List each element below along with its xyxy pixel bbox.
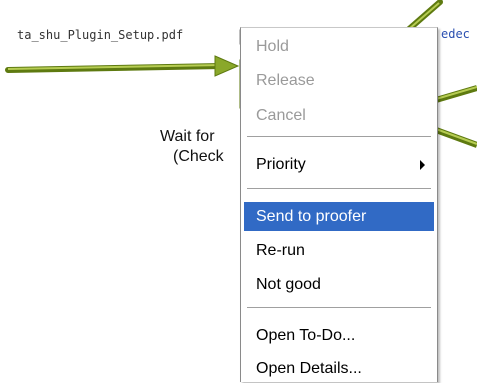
menu-item-cancel[interactable]: Cancel (244, 101, 434, 130)
menu-item-release[interactable]: Release (244, 66, 434, 95)
menu-item-not-good[interactable]: Not good (244, 270, 434, 299)
menu-separator (247, 188, 431, 190)
menu-separator (247, 307, 431, 309)
context-menu: Hold Release Cancel Priority Send to pro… (240, 27, 438, 382)
node-title-line-1: Wait for (160, 128, 215, 145)
menu-item-hold[interactable]: Hold (244, 32, 434, 61)
menu-item-priority-label: Priority (256, 156, 306, 173)
menu-item-open-to-do[interactable]: Open To-Do... (244, 321, 434, 350)
menu-separator (247, 136, 431, 138)
node-title: Wait for (Check (160, 127, 224, 167)
connector-label: edec (441, 27, 470, 41)
submenu-arrow-icon (420, 160, 425, 170)
file-name-label: ta_shu_Plugin_Setup.pdf (17, 28, 184, 42)
top-connector-highlight (408, 2, 440, 30)
menu-item-send-to-proofer[interactable]: Send to proofer (244, 202, 434, 231)
menu-item-priority[interactable]: Priority (244, 150, 434, 179)
lower-connector-highlight (435, 128, 477, 145)
menu-item-re-run[interactable]: Re-run (244, 236, 434, 265)
right-connector-highlight (435, 86, 477, 100)
incoming-arrowhead (214, 55, 240, 77)
node-title-line-2: (Check (173, 148, 224, 165)
